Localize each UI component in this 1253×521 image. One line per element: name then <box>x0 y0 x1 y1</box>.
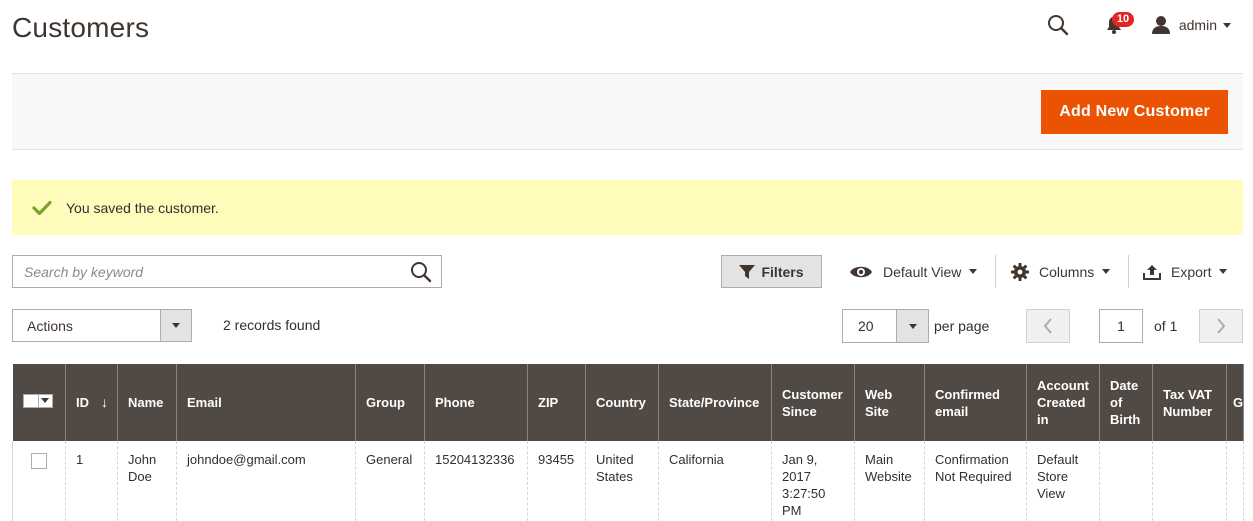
keyword-search-input[interactable] <box>13 256 401 287</box>
admin-user-menu[interactable]: admin <box>1151 15 1231 35</box>
cell-tax-vat <box>1152 441 1227 521</box>
keyword-search <box>12 255 442 288</box>
table-row[interactable]: 1 John Doe johndoe@gmail.com General 152… <box>12 441 1244 521</box>
default-view-label: Default View <box>883 263 962 280</box>
records-found: 2 records found <box>223 317 321 333</box>
toolbar-divider <box>995 255 996 288</box>
chevron-down-icon <box>908 323 917 329</box>
column-header-web-site[interactable]: Web Site <box>854 364 925 441</box>
cell-name: John Doe <box>117 441 177 521</box>
user-icon <box>1151 16 1170 34</box>
filters-button[interactable]: Filters <box>721 255 822 288</box>
mass-select-control[interactable] <box>22 393 53 408</box>
select-all-checkbox[interactable] <box>22 393 39 408</box>
gear-icon <box>1011 262 1029 281</box>
chevron-down-icon <box>172 323 180 328</box>
eye-icon <box>850 266 872 277</box>
search-icon <box>411 261 432 282</box>
column-header-country[interactable]: Country <box>585 364 659 441</box>
next-page-button[interactable] <box>1199 309 1243 343</box>
mass-actions-select[interactable]: Actions <box>12 309 192 342</box>
chevron-down-icon <box>1223 22 1231 28</box>
chevron-right-icon <box>1217 318 1226 334</box>
row-checkbox[interactable] <box>31 453 47 469</box>
cell-confirmed-email: Confirmation Not Required <box>924 441 1027 521</box>
column-header-email[interactable]: Email <box>176 364 356 441</box>
notifications-button[interactable]: 10 <box>1099 10 1135 40</box>
current-page-input[interactable]: 1 <box>1099 309 1143 343</box>
per-page-select[interactable]: 20 <box>842 309 929 343</box>
search-icon <box>1047 15 1069 36</box>
chevron-down-icon <box>1219 269 1228 274</box>
cell-web-site: Main Website <box>854 441 925 521</box>
columns-dropdown[interactable]: Columns <box>1011 255 1111 288</box>
cell-gender <box>1226 441 1244 521</box>
previous-page-button[interactable] <box>1026 309 1070 343</box>
cell-phone: 15204132336 <box>424 441 528 521</box>
chevron-down-icon <box>41 398 49 403</box>
chevron-down-icon <box>1102 269 1111 274</box>
header-actions: 10 admin <box>1043 10 1231 40</box>
column-header-phone[interactable]: Phone <box>424 364 528 441</box>
page-title: Customers <box>12 12 150 43</box>
grid-header-row: ID ↓ Name Email Group Phone ZIP Country S… <box>12 364 1244 441</box>
column-header-id[interactable]: ID ↓ <box>65 364 118 441</box>
chevron-left-icon <box>1043 318 1052 334</box>
sort-arrow-icon: ↓ <box>101 394 108 410</box>
total-pages-label: of 1 <box>1154 318 1178 334</box>
column-header-gender[interactable]: G <box>1226 364 1244 441</box>
mass-actions-value: Actions <box>27 317 73 334</box>
cell-customer-since: Jan 9, 2017 3:27:50 PM <box>771 441 855 521</box>
chevron-down-icon <box>969 269 978 274</box>
export-icon <box>1143 264 1161 280</box>
per-page-label: per page <box>934 318 990 334</box>
column-header-date-of-birth[interactable]: Date of Birth <box>1099 364 1153 441</box>
column-header-name[interactable]: Name <box>117 364 177 441</box>
column-header-confirmed-email[interactable]: Confirmed email <box>924 364 1027 441</box>
mass-select-toggle[interactable] <box>38 393 53 408</box>
row-select-cell <box>12 441 66 521</box>
cell-state: California <box>658 441 772 521</box>
customers-grid: ID ↓ Name Email Group Phone ZIP Country S… <box>12 364 1244 521</box>
cell-zip: 93455 <box>527 441 586 521</box>
column-header-zip[interactable]: ZIP <box>527 364 586 441</box>
per-page-toggle[interactable] <box>896 310 928 342</box>
export-dropdown[interactable]: Export <box>1143 255 1228 288</box>
add-new-customer-button[interactable]: Add New Customer <box>1041 90 1228 134</box>
mass-select-header[interactable] <box>12 364 66 441</box>
filters-label: Filters <box>761 263 804 280</box>
column-header-group[interactable]: Group <box>355 364 425 441</box>
admin-username: admin <box>1178 17 1217 33</box>
column-header-state[interactable]: State/Province <box>658 364 772 441</box>
cell-date-of-birth <box>1099 441 1153 521</box>
column-header-account-created-in[interactable]: Account Created in <box>1026 364 1100 441</box>
column-header-customer-since[interactable]: Customer Since <box>771 364 855 441</box>
cell-email: johndoe@gmail.com <box>176 441 356 521</box>
global-search-button[interactable] <box>1043 10 1073 40</box>
per-page-value: 20 <box>858 318 874 334</box>
page-actions-bar: Add New Customer <box>12 73 1243 150</box>
success-message: You saved the customer. <box>12 180 1243 235</box>
columns-label: Columns <box>1039 263 1095 280</box>
cell-account-created-in: Default Store View <box>1026 441 1100 521</box>
checkmark-icon <box>32 200 52 215</box>
toolbar-divider <box>1128 255 1129 288</box>
export-label: Export <box>1171 263 1212 280</box>
notifications-count-badge: 10 <box>1111 12 1135 27</box>
default-view-dropdown[interactable]: Default View <box>849 255 978 288</box>
cell-group: General <box>355 441 425 521</box>
cell-id: 1 <box>65 441 118 521</box>
column-header-tax-vat[interactable]: Tax VAT Number <box>1152 364 1227 441</box>
mass-actions-toggle[interactable] <box>160 310 191 341</box>
funnel-icon <box>739 264 756 279</box>
keyword-search-submit[interactable] <box>401 256 441 287</box>
message-text: You saved the customer. <box>66 199 219 216</box>
cell-country: United States <box>585 441 659 521</box>
